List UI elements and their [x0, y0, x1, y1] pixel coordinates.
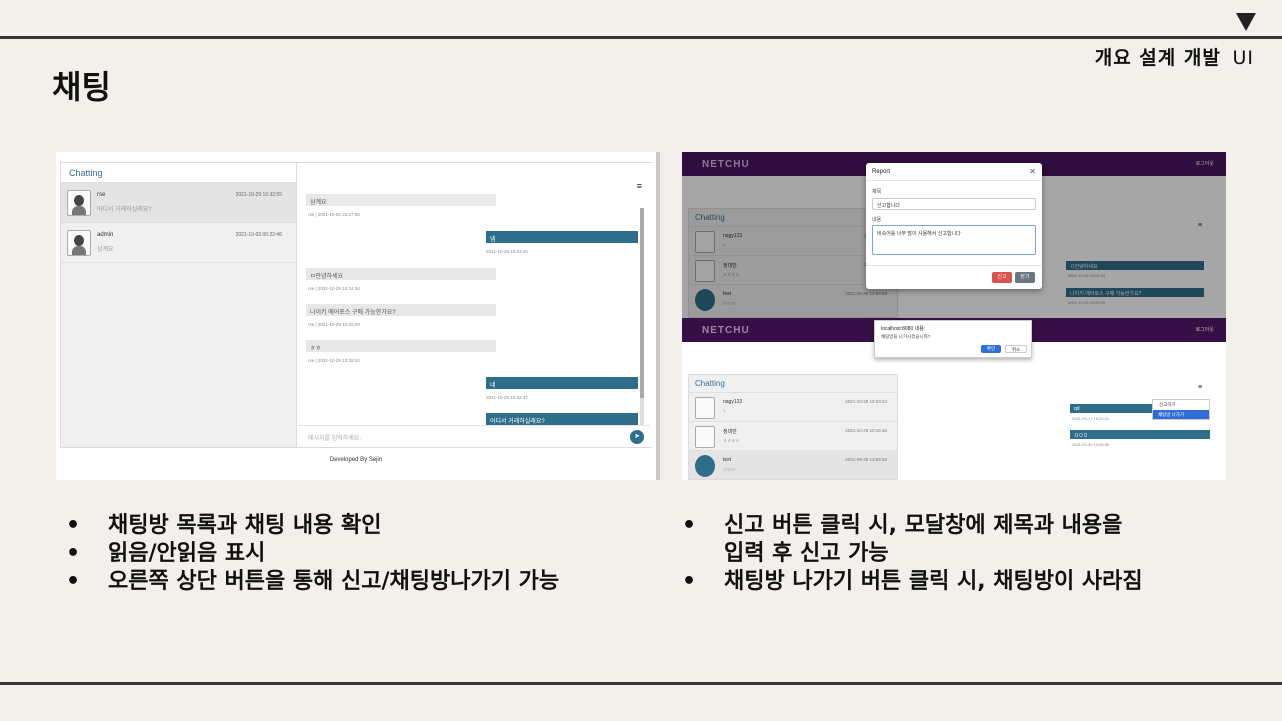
bullet-list-right: 신고 버튼 클릭 시, 모달창에 제목과 내용을 입력 후 신고 가능 채팅방 … [682, 512, 1143, 596]
ok-button[interactable]: 확인 [981, 345, 1001, 353]
message-bubble: ㅎㅎ [306, 340, 496, 352]
chat-list-title: Chatting [695, 379, 725, 388]
send-icon[interactable]: ➤ [630, 430, 644, 444]
chat-options-dropdown: 신고하기 채팅방 나가기 [1152, 399, 1210, 420]
message-meta: 2021-10-29 10:23:16 [486, 249, 528, 254]
subject-label: 제목 [872, 189, 882, 195]
room-name: rse [97, 192, 106, 198]
chat-room-item[interactable]: nagy123 ? 2021-10-29 10:23:24 [689, 392, 897, 421]
bottom-divider [0, 682, 1282, 685]
room-preview: ㅎㅎㅎㅎ [723, 438, 740, 443]
content-field[interactable]: 비속어를 너무 많이 사용해서 신고합니다 [872, 225, 1036, 255]
message-bubble: ㅁ안녕하세요 [306, 268, 496, 280]
room-name: test [723, 457, 732, 463]
chat-room-item[interactable]: admin 삼계요 2021-10-03 00:22:46 [61, 223, 296, 263]
divider [866, 265, 1042, 266]
room-time: 2021-10-03 00:22:46 [235, 232, 282, 238]
alert-origin: localhost:8080 내용: [881, 326, 926, 332]
cancel-button[interactable]: 취소 [1005, 345, 1027, 353]
bullet-list-left: 채팅방 목록과 채팅 내용 확인 읽음/안읽음 표시 오른쪽 상단 버튼을 통해… [66, 512, 559, 596]
message-bubble: ㅁㅁㅁ [1070, 430, 1210, 439]
message-bubble: 나이키 에어포스 구매 가능한가요? [306, 304, 496, 316]
bullet-item: 오른쪽 상단 버튼을 통해 신고/채팅방나가기 가능 [66, 568, 559, 596]
report-modal: Report ✕ 제목 신고합니다 내용 비속어를 너무 많이 사용해서 신고합… [866, 163, 1042, 289]
message-bubble: 넵 [486, 231, 638, 243]
chat-room-item[interactable]: test ㅁㅁㅁ 2021-09-30 13:59:59 [689, 450, 897, 479]
message-meta: rse | 2021-10-29 10:29:10 [308, 358, 360, 363]
chat-room-item[interactable]: 정대만 ㅎㅎㅎㅎ 2021-10-29 10:16:46 [689, 421, 897, 450]
message-bubble: 어디서 거래하실래요? [486, 413, 638, 425]
message-meta: 2021-10-29 10:32:47 [486, 395, 528, 400]
breadcrumb-main: 개요 설계 개발 [1094, 47, 1221, 69]
message-meta: rse | 2021-10-29 10:28:29 [308, 322, 360, 327]
room-preview: 어디서 거래하실래요? [97, 207, 152, 213]
message-meta: rse | 2021-10-02 23:27:55 [308, 212, 360, 217]
breadcrumb-ui: UI [1232, 47, 1254, 69]
message-bubble: qd [1070, 404, 1154, 413]
room-preview: ? [723, 409, 726, 414]
message-meta: 2021-09-17 16:20:21 [1072, 416, 1110, 421]
page-title: 채팅 [52, 68, 111, 106]
bullet-item: 신고 버튼 클릭 시, 모달창에 제목과 내용을 [682, 512, 1143, 540]
avatar [695, 455, 715, 477]
room-name: admin [97, 232, 114, 238]
room-time: 2021-09-30 13:59:59 [845, 457, 887, 462]
down-triangle-icon [1236, 13, 1256, 31]
avatar [695, 426, 715, 448]
chat-room-item[interactable]: rse 어디서 거래하실래요? 2021-10-29 10:32:55 [61, 183, 296, 223]
report-button[interactable]: 신고 [992, 272, 1012, 283]
chat-screenshot-right: NETCHU 로그아웃 Chatting nagy123 ? 2021-10-2… [682, 152, 1226, 480]
close-icon[interactable]: ✕ [1029, 167, 1036, 176]
bullet-item: 읽음/안읽음 표시 [66, 540, 559, 568]
room-time: 2021-10-29 10:32:55 [235, 192, 282, 198]
chat-screenshot-left: Chatting rse 어디서 거래하실래요? 2021-10-29 10:3… [56, 152, 660, 480]
room-time: 2021-10-29 10:16:46 [845, 428, 887, 433]
scrollbar[interactable] [640, 208, 644, 428]
top-divider [0, 36, 1282, 39]
room-preview: ㅁㅁㅁ [723, 467, 736, 472]
room-name: 정대만 [723, 429, 737, 435]
room-name: nagy123 [723, 399, 743, 405]
chat-list-title: Chatting [61, 163, 296, 183]
modal-title: Report [872, 169, 891, 175]
room-time: 2021-10-29 10:23:24 [845, 399, 887, 404]
chat-room-list: Chatting nagy123 ? 2021-10-29 10:23:24 정… [688, 374, 898, 480]
alert-message: 채팅방을 나가시겠습니까? [881, 334, 931, 339]
bullet-item: 채팅방 목록과 채팅 내용 확인 [66, 512, 559, 540]
report-menu-item[interactable]: 신고하기 [1159, 402, 1176, 408]
divider [866, 180, 1042, 181]
subject-field[interactable]: 신고합니다 [872, 198, 1036, 210]
message-bubble: 네 [486, 377, 638, 389]
message-bubble: 삼계요 [306, 194, 496, 206]
menu-icon[interactable]: ≡ [1198, 384, 1202, 391]
avatar [695, 397, 715, 419]
input-placeholder: 메시지를 입력하세요. [308, 436, 362, 442]
avatar [67, 190, 91, 216]
breadcrumb: 개요 설계 개발 UI [1095, 43, 1254, 70]
chat-room-list: Chatting rse 어디서 거래하실래요? 2021-10-29 10:3… [61, 163, 297, 447]
message-input[interactable]: 메시지를 입력하세요. ➤ [298, 425, 650, 447]
room-preview: 삼계요 [97, 247, 114, 253]
leave-room-menu-item[interactable]: 채팅방 나가기 [1153, 410, 1209, 419]
menu-icon[interactable]: ≡ [637, 181, 642, 191]
avatar [67, 230, 91, 256]
message-meta: 2021-09-30 13:59:59 [1072, 442, 1110, 447]
bullet-item: 채팅방 나가기 버튼 클릭 시, 채팅방이 사라짐 [682, 568, 1143, 596]
bullet-continuation: 입력 후 신고 가능 [724, 541, 889, 566]
leave-confirm-alert: localhost:8080 내용: 채팅방을 나가시겠습니까? 확인 취소 [874, 320, 1032, 358]
footer-credit: Developed By Sejin [329, 457, 383, 463]
chat-panel: Chatting rse 어디서 거래하실래요? 2021-10-29 10:3… [60, 162, 652, 448]
message-meta: rse | 2021-10-29 10:24:34 [308, 286, 360, 291]
message-area: ≡ 삼계요 rse | 2021-10-02 23:27:55 넵 2021-1… [298, 163, 652, 447]
close-button[interactable]: 닫기 [1015, 272, 1035, 283]
content-label: 내용 [872, 217, 882, 223]
